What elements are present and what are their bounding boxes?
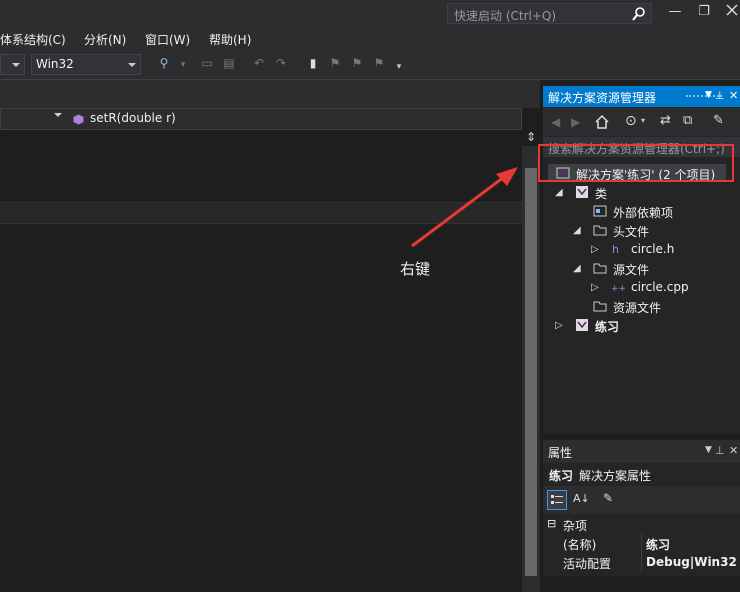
method-icon [73,114,84,125]
code-editor[interactable] [0,80,540,576]
close-icon[interactable]: ✕ [729,444,738,457]
column-divider [641,553,642,572]
property-key: 活动配置 [563,557,612,571]
chevron-down-icon[interactable]: ▼ [705,90,712,100]
quick-launch-placeholder: 快速启动 (Ctrl+Q) [454,9,557,23]
tree-item-resource-files[interactable]: 资源文件 [543,297,740,316]
close-window-button[interactable] [722,4,740,22]
properties-object-type: 解决方案属性 [579,469,652,483]
bookmark-list-icon[interactable]: ▤ [222,56,236,72]
back-icon[interactable]: ◀ [551,115,560,129]
tree-item-circle-h[interactable]: ▷ h circle.h [543,240,740,259]
properties-object-selector[interactable]: 练习 解决方案属性 [543,463,740,485]
restore-button[interactable]: ❐ [694,4,714,22]
class-icon [576,186,588,198]
chevron-down-icon [12,63,20,67]
next-bookmark-icon[interactable]: ⚑ [350,56,364,72]
property-category-label: 杂项 [563,519,588,533]
chevron-down-icon[interactable]: ▼ [705,445,712,455]
member-dropdown-value: setR(double r) [90,111,176,125]
expanded-icon[interactable]: ◢ [573,225,581,236]
collapsed-icon[interactable]: ▷ [555,320,563,331]
menu-architecture[interactable]: 体系结构(C) [0,31,66,48]
quick-launch-input[interactable]: 快速启动 (Ctrl+Q) [447,3,652,24]
solution-explorer-title: 解决方案资源管理器 [548,91,657,105]
menu-window[interactable]: 窗口(W) [145,31,190,48]
menu-analyze[interactable]: 分析(N) [84,31,126,48]
collapse-icon[interactable]: ⊟ [547,517,556,530]
properties-icon[interactable]: ✎ [713,113,724,128]
prev-bookmark-icon[interactable]: ⚑ [328,56,342,72]
annotation-arrow [411,167,518,248]
categorized-button[interactable] [547,490,567,510]
pin-icon[interactable]: ⊥ [715,89,725,102]
collapse-all-icon[interactable]: ⧉ [683,113,692,128]
tree-item-circle-cpp[interactable]: ▷ ++ circle.cpp [543,278,740,297]
alphabetical-icon[interactable]: A↓ [573,492,590,505]
project-icon [576,319,588,331]
refresh-icon[interactable]: ⇄ [660,113,671,128]
redo-icon[interactable]: ↷ [274,56,288,72]
chevron-down-icon [128,63,136,67]
clear-bookmarks-icon[interactable]: ⚑ [372,56,386,72]
expanded-icon[interactable]: ◢ [573,263,581,274]
tree-item-header-files[interactable]: ◢ 头文件 [543,221,740,240]
folder-icon [593,263,607,274]
collapsed-icon[interactable]: ▷ [591,244,599,255]
solution-explorer-toolbar: ◀ ▶ ⊙ ▾ ⇄ ⧉ ✎ [543,108,740,136]
property-value: Debug|Win32 [646,555,737,569]
collapsed-icon[interactable]: ▷ [591,282,599,293]
close-icon[interactable]: ✕ [729,89,738,102]
platform-value: Win32 [36,57,74,71]
folder-icon [593,301,607,312]
pin-icon[interactable]: ⊥ [715,444,725,457]
cpp-file-icon: ++ [611,284,625,294]
home-icon[interactable] [594,114,610,130]
menu-help[interactable]: 帮助(H) [209,31,251,48]
property-pages-icon[interactable]: ✎ [603,491,613,505]
split-window-icon[interactable]: ⇕ [522,130,540,144]
chevron-down-icon[interactable] [54,113,62,117]
properties-toolbar: A↓ ✎ [543,486,740,514]
svg-text:++: ++ [611,284,625,294]
property-key: (名称) [563,538,597,552]
search-icon[interactable] [631,6,647,22]
annotation-highlight-box [538,144,734,182]
properties-titlebar: 属性 ▼ ⊥ ✕ [543,440,740,463]
tree-item-source-files[interactable]: ◢ 源文件 [543,259,740,278]
categorized-icon [551,495,563,504]
platform-dropdown[interactable]: Win32 [31,54,141,75]
tree-item-class-project[interactable]: ◢ 类 [543,183,740,202]
property-row[interactable]: (名称) 练习 [543,534,740,553]
configuration-dropdown[interactable] [0,54,25,75]
editor-tab-well [0,80,540,108]
expanded-icon[interactable]: ◢ [555,187,563,198]
solution-explorer-titlebar: 解决方案资源管理器 ▼ ⊥ ✕ [543,86,740,107]
bookmark-icon[interactable]: ▮ [306,56,320,72]
properties-object-name: 练习 [549,469,574,483]
undo-icon[interactable]: ↶ [252,56,266,72]
header-file-icon: h [612,243,619,256]
toolbar-overflow-icon[interactable]: ▾ [392,62,406,78]
svg-text:h: h [612,243,619,256]
column-divider [641,534,642,553]
property-row[interactable]: 活动配置 Debug|Win32 [543,553,740,572]
tree-item-practice-project[interactable]: ▷ 练习 [543,316,740,335]
tree-item-external-deps[interactable]: 外部依赖项 [543,202,740,221]
property-category[interactable]: ⊟ 杂项 [543,515,740,534]
folder-icon [593,225,607,236]
bookmark-toggle-icon[interactable]: ▭ [200,56,214,72]
property-value: 练习 [646,538,671,552]
annotation-label: 右键 [400,260,431,278]
properties-title: 属性 [548,446,573,460]
find-in-files-icon[interactable]: ⚲ [157,56,171,72]
close-icon [726,4,738,16]
sync-icon[interactable]: ⊙ [625,113,637,129]
references-icon [593,205,607,217]
chevron-down-icon[interactable]: ▾ [641,116,645,125]
forward-icon[interactable]: ▶ [571,115,580,129]
minimize-button[interactable]: — [665,4,685,22]
dropdown-arrow-icon[interactable]: ▾ [176,60,190,76]
